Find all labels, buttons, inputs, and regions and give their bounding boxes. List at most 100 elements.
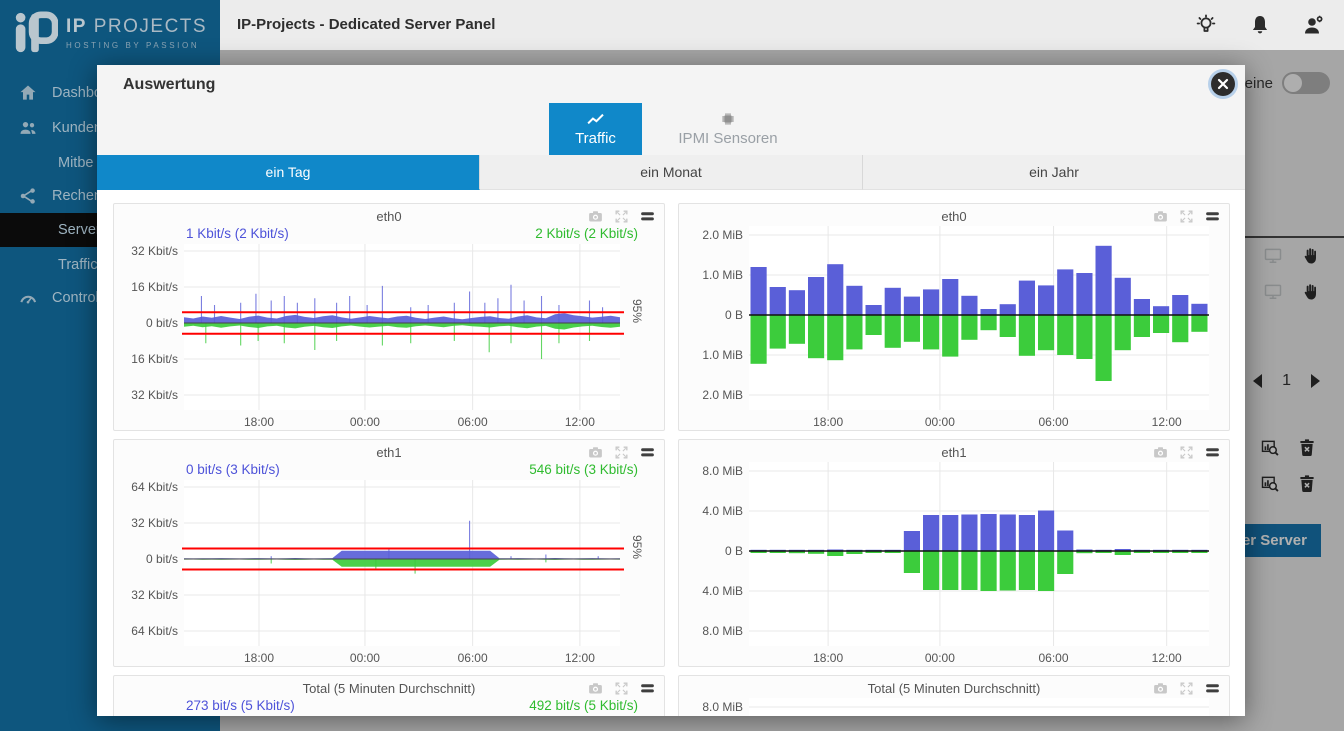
chart-title: Total (5 Minuten Durchschnitt)	[679, 681, 1229, 696]
sidebar-item-label: Kunden	[52, 120, 102, 136]
sidebar-item-label: Server	[58, 222, 101, 238]
tab-ein-monat[interactable]: ein Monat	[480, 155, 863, 190]
menu-icon[interactable]	[639, 680, 656, 697]
home-icon	[18, 83, 38, 103]
chart-title: eth0	[679, 209, 1229, 224]
users-icon	[18, 118, 38, 138]
user-settings-icon[interactable]	[1302, 13, 1326, 37]
menu-icon[interactable]	[639, 208, 656, 225]
line-chart-icon	[586, 111, 606, 127]
camera-icon[interactable]	[1152, 444, 1169, 461]
brand-name: IP PROJECTS	[66, 16, 207, 38]
svg-text:95%: 95%	[630, 299, 644, 323]
brand-tagline: HOSTING BY PASSION	[66, 41, 207, 50]
legend-inbound: 0 bit/s (3 Kbit/s)	[186, 462, 280, 480]
app-logo[interactable]: IP PROJECTS HOSTING BY PASSION	[0, 0, 220, 65]
sidebar-item-label: Traffic	[58, 257, 97, 273]
svg-text:0 bit/s: 0 bit/s	[146, 316, 178, 330]
menu-icon[interactable]	[1204, 208, 1221, 225]
sidebar-item-label: Control	[52, 290, 99, 306]
camera-icon[interactable]	[1152, 680, 1169, 697]
svg-text:18:00: 18:00	[813, 651, 843, 665]
tab-ein-tag[interactable]: ein Tag	[97, 155, 480, 190]
legend-outbound: 2 Kbit/s (2 Kbit/s)	[535, 226, 638, 244]
expand-icon[interactable]	[1178, 208, 1195, 225]
expand-icon[interactable]	[1178, 680, 1195, 697]
chart-card-eth0-volume: eth0 2.0 MiB 1.0 MiB 0 B 1.0 MiB 2.0 MiB 18:0…	[678, 203, 1230, 431]
chart-card-eth1-rate: eth1 0 bit/s (3 Kbit/s) 546 bit/s (3 Kbi…	[113, 439, 665, 667]
svg-text:0 B: 0 B	[725, 544, 743, 558]
sidebar-item-label: Mitbe	[58, 155, 93, 171]
svg-text:12:00: 12:00	[565, 651, 595, 665]
camera-icon[interactable]	[587, 680, 604, 697]
camera-icon[interactable]	[1152, 208, 1169, 225]
chart-card-total-rate: Total (5 Minuten Durchschnitt) 273 bit/s…	[113, 675, 665, 716]
expand-icon[interactable]	[1178, 444, 1195, 461]
svg-text:64 Kbit/s: 64 Kbit/s	[131, 480, 178, 494]
svg-text:00:00: 00:00	[350, 651, 380, 665]
traffic-volume-chart: 8.0 MiB4.0 MiB0 B4.0 MiB8.0 MiB	[679, 698, 1231, 716]
menu-icon[interactable]	[639, 444, 656, 461]
legend-outbound: 546 bit/s (3 Kbit/s)	[529, 462, 638, 480]
charts-grid: eth0 1 Kbit/s (2 Kbit/s) 2 Kbit/s (2 Kbi…	[97, 190, 1245, 716]
expand-icon[interactable]	[613, 680, 630, 697]
lightbulb-icon[interactable]	[1194, 13, 1218, 37]
camera-icon[interactable]	[587, 208, 604, 225]
traffic-volume-chart: 8.0 MiB4.0 MiB0 B4.0 MiB8.0 MiB18:0000:0…	[679, 462, 1231, 666]
chip-icon	[720, 111, 736, 127]
chart-card-eth0-rate: eth0 1 Kbit/s (2 Kbit/s) 2 Kbit/s (2 Kbi…	[113, 203, 665, 431]
svg-text:4.0 MiB: 4.0 MiB	[702, 584, 743, 598]
dialog-tabbar: Traffic IPMI Sensoren	[97, 103, 1245, 155]
svg-text:06:00: 06:00	[458, 651, 488, 665]
svg-text:2.0 MiB: 2.0 MiB	[702, 388, 743, 402]
sidebar-item-label: Dashbo	[52, 85, 102, 101]
svg-text:64 Kbit/s: 64 Kbit/s	[131, 624, 178, 638]
svg-text:06:00: 06:00	[1039, 415, 1069, 429]
svg-text:4.0 MiB: 4.0 MiB	[702, 504, 743, 518]
tab-ipmi-sensoren[interactable]: IPMI Sensoren	[642, 103, 814, 155]
svg-text:18:00: 18:00	[244, 651, 274, 665]
camera-icon[interactable]	[587, 444, 604, 461]
tab-ein-jahr[interactable]: ein Jahr	[863, 155, 1245, 190]
expand-icon[interactable]	[613, 208, 630, 225]
svg-text:12:00: 12:00	[565, 415, 595, 429]
gauge-icon	[18, 288, 38, 308]
legend-inbound: 273 bit/s (5 Kbit/s)	[186, 698, 295, 716]
svg-text:16 Kbit/s: 16 Kbit/s	[131, 280, 178, 294]
chart-title: eth1	[679, 445, 1229, 460]
expand-icon[interactable]	[613, 444, 630, 461]
chart-title: eth1	[114, 445, 664, 460]
svg-text:32 Kbit/s: 32 Kbit/s	[131, 244, 178, 258]
svg-text:8.0 MiB: 8.0 MiB	[702, 624, 743, 638]
svg-text:00:00: 00:00	[925, 415, 955, 429]
close-button[interactable]	[1211, 72, 1235, 96]
traffic-rate-chart: 32 Kbit/s16 Kbit/s0 bit/s16 Kbit/s32 Kbi…	[114, 244, 666, 430]
chart-card-total-volume: Total (5 Minuten Durchschnitt) 8.0 MiB4.…	[678, 675, 1230, 716]
menu-icon[interactable]	[1204, 444, 1221, 461]
svg-text:32 Kbit/s: 32 Kbit/s	[131, 516, 178, 530]
svg-text:32 Kbit/s: 32 Kbit/s	[131, 588, 178, 602]
svg-text:06:00: 06:00	[1039, 651, 1069, 665]
menu-icon[interactable]	[1204, 680, 1221, 697]
bell-icon[interactable]	[1248, 13, 1272, 37]
auswertung-dialog: Auswertung Traffic IPMI Sensoren ein Tag	[97, 65, 1245, 716]
svg-text:18:00: 18:00	[244, 415, 274, 429]
svg-text:1.0 MiB: 1.0 MiB	[702, 348, 743, 362]
svg-text:00:00: 00:00	[350, 415, 380, 429]
chart-card-eth1-volume: eth1 8.0 MiB 4.0 MiB 0 B 4.0 MiB 8.0 MiB 18:0…	[678, 439, 1230, 667]
tab-traffic[interactable]: Traffic	[549, 103, 642, 155]
svg-text:2.0 MiB: 2.0 MiB	[702, 228, 743, 242]
svg-text:1.0 MiB: 1.0 MiB	[702, 268, 743, 282]
svg-text:18:00: 18:00	[813, 415, 843, 429]
svg-text:16 Kbit/s: 16 Kbit/s	[131, 352, 178, 366]
chart-title: eth0	[114, 209, 664, 224]
window-title: IP-Projects - Dedicated Server Panel	[237, 0, 495, 50]
legend-inbound: 1 Kbit/s (2 Kbit/s)	[186, 226, 289, 244]
svg-text:95%: 95%	[630, 535, 644, 559]
svg-text:8.0 MiB: 8.0 MiB	[702, 464, 743, 478]
app-window: IP-Projects - Dedicated Server Panel ein…	[0, 0, 1344, 731]
traffic-rate-chart: 64 Kbit/s32 Kbit/s0 bit/s32 Kbit/s64 Kbi…	[114, 480, 666, 666]
svg-text:0 B: 0 B	[725, 308, 743, 322]
svg-text:8.0 MiB: 8.0 MiB	[702, 700, 743, 714]
share-nodes-icon	[18, 186, 38, 206]
